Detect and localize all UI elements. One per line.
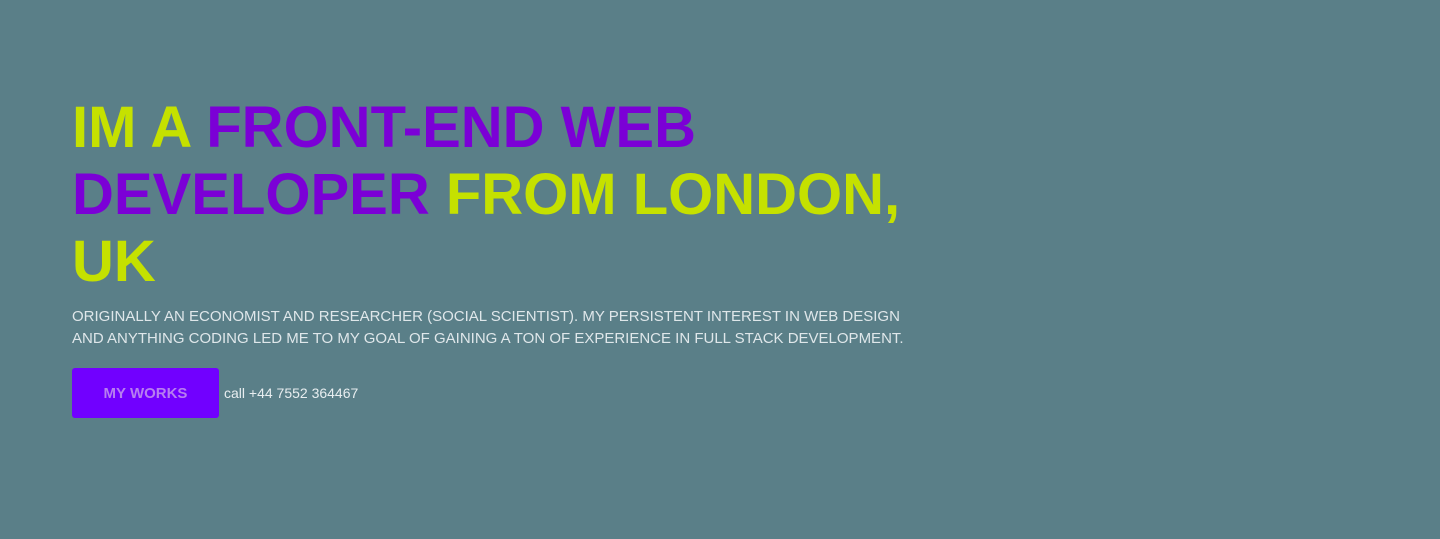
- hero-actions: MY WORKS call +44 7552 364467: [72, 368, 932, 418]
- hero-section: IM A FRONT-END WEB DEVELOPER FROM LONDON…: [72, 94, 932, 418]
- my-works-button[interactable]: MY WORKS: [72, 368, 219, 418]
- headline-intro: IM A: [72, 95, 207, 160]
- phone-contact: call +44 7552 364467: [224, 385, 359, 401]
- hero-headline: IM A FRONT-END WEB DEVELOPER FROM LONDON…: [72, 94, 932, 295]
- hero-intro-text: ORIGINALLY AN ECONOMIST AND RESEARCHER (…: [72, 308, 904, 347]
